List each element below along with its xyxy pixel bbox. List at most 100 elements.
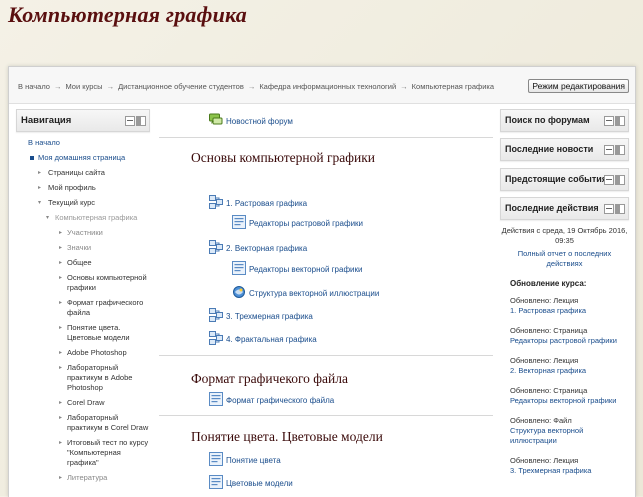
breadcrumb-separator: →	[400, 82, 408, 91]
nav-item-general[interactable]: ▸ Общее	[16, 258, 150, 268]
chevron-right-icon: ▸	[59, 325, 63, 331]
top-bar: В начало → Мои курсы → Дистанционное обучени…	[9, 67, 635, 104]
collapse-icon[interactable]	[125, 116, 135, 126]
update-link[interactable]: 1. Растровая графика	[510, 306, 629, 316]
update-link[interactable]: Редакторы растровой графики	[510, 336, 629, 346]
collapse-icon[interactable]	[604, 116, 614, 126]
chevron-right-icon: ▸	[59, 275, 63, 281]
block-header[interactable]: Последние действия	[500, 197, 629, 220]
chevron-right-icon: ▸	[59, 440, 63, 446]
update-item: Обновлено: Страница Редакторы векторной …	[510, 386, 629, 406]
section-title: Формат графичекого файла	[191, 371, 349, 386]
page-icon	[209, 452, 223, 466]
chevron-right-icon: ▸	[59, 245, 63, 251]
update-link[interactable]: 3. Трехмерная графика	[510, 466, 629, 476]
page-title: Компьютерная графика	[8, 2, 248, 27]
update-link[interactable]: 2. Векторная графика	[510, 366, 629, 376]
update-item: Обновлено: Файл Структура векторной иллю…	[510, 416, 629, 446]
chevron-right-icon: ▸	[59, 365, 63, 371]
nav-item-final-test[interactable]: ▸ Итоговый тест по курсу "Компьютерная гр…	[16, 438, 150, 468]
activity-label: 3. Трехмерная графика	[226, 312, 313, 321]
update-item: Обновлено: Лекция 3. Трехмерная графика	[510, 456, 629, 476]
update-item: Обновлено: Страница Редакторы растровой …	[510, 326, 629, 346]
breadcrumb-current-course: Компьютерная графика	[411, 82, 495, 91]
moodle-window: В начало → Мои курсы → Дистанционное обучени…	[8, 66, 636, 497]
nav-item-participants[interactable]: ▸ Участники	[16, 228, 150, 238]
activity-label: Формат графического файла	[226, 396, 335, 405]
update-item: Обновлено: Лекция 2. Векторная графика	[510, 356, 629, 376]
block-title: Последние действия	[505, 203, 599, 213]
chevron-right-icon: ▸	[59, 475, 63, 481]
chevron-right-icon: ▸	[38, 185, 42, 191]
collapse-icon[interactable]	[604, 204, 614, 214]
breadcrumb-my-courses[interactable]: Мои курсы	[65, 82, 102, 91]
update-link[interactable]: Редакторы векторной графики	[510, 396, 629, 406]
collapse-icon[interactable]	[604, 145, 614, 155]
chevron-right-icon: ▸	[38, 170, 42, 176]
section-title: Основы компьютерной графики	[191, 150, 375, 165]
chevron-right-icon: ▸	[59, 230, 63, 236]
lesson-icon	[209, 331, 223, 345]
nav-item-literature[interactable]: ▸ Литература	[16, 473, 150, 483]
nav-item-badges[interactable]: ▸ Значки	[16, 243, 150, 253]
nav-item-photoshop[interactable]: ▸ Adobe Photoshop	[16, 348, 150, 358]
page-icon	[209, 392, 223, 406]
page-icon	[232, 261, 246, 275]
nav-item-section-format[interactable]: ▸ Формат графического файла	[16, 298, 150, 318]
breadcrumb-separator: →	[53, 82, 62, 91]
nav-item-current-course[interactable]: ▾ Текущий курс	[16, 198, 150, 208]
block-header[interactable]: Предстоящие события	[500, 168, 629, 191]
dock-icon[interactable]	[615, 204, 625, 214]
activity-label: Редакторы растровой графики	[249, 219, 364, 228]
navigation-tree: В начало Моя домашняя страница ▸ Страницы…	[16, 132, 150, 483]
update-type: Обновлено: Страница	[510, 386, 588, 395]
breadcrumb-separator: →	[106, 82, 115, 91]
chevron-right-icon: ▸	[59, 415, 63, 421]
update-type: Обновлено: Лекция	[510, 456, 579, 465]
block-upcoming-events: Предстоящие события	[500, 168, 629, 191]
dock-icon[interactable]	[615, 175, 625, 185]
update-item: Обновлено: Лекция 1. Растровая графика	[510, 296, 629, 316]
breadcrumb-home[interactable]: В начало	[18, 82, 50, 91]
edit-mode-button[interactable]: Режим редактирования	[528, 79, 629, 93]
course-content: Новостной форум Основы компьютерной граф…	[159, 109, 493, 497]
block-header[interactable]: Последние новости	[500, 138, 629, 161]
collapse-icon[interactable]	[604, 175, 614, 185]
update-type: Обновлено: Файл	[510, 416, 572, 425]
update-link[interactable]: Структура векторной иллюстрации	[510, 426, 629, 446]
lesson-icon	[209, 240, 223, 254]
nav-item-section-basics[interactable]: ▸ Основы компьютерной графики	[16, 273, 150, 293]
dock-icon[interactable]	[615, 116, 625, 126]
block-header[interactable]: Поиск по форумам	[500, 109, 629, 132]
dock-icon[interactable]	[615, 145, 625, 155]
nav-item-my-home[interactable]: Моя домашняя страница	[16, 153, 150, 163]
nav-item-site-pages[interactable]: ▸ Страницы сайта	[16, 168, 150, 178]
update-type: Обновлено: Лекция	[510, 296, 579, 305]
block-title: Последние новости	[505, 144, 594, 154]
nav-item-my-profile[interactable]: ▸ Мой профиль	[16, 183, 150, 193]
nav-item-course[interactable]: ▾ Компьютерная графика	[16, 213, 150, 223]
nav-item-section-color[interactable]: ▸ Понятие цвета. Цветовые модели	[16, 323, 150, 343]
updates-heading: Обновление курса:	[510, 279, 587, 288]
nav-item-photoshop-lab[interactable]: ▸ Лабораторный практикум в Adobe Photosho…	[16, 363, 150, 393]
activity-label: Редакторы векторной графики	[249, 265, 363, 274]
activity-label: Структура векторной иллюстрации	[249, 289, 380, 298]
breadcrumb-department[interactable]: Кафедра информационных технологий	[259, 82, 396, 91]
file-icon	[233, 286, 245, 298]
nav-item-coreldraw[interactable]: ▸ Corel Draw	[16, 398, 150, 408]
block-latest-news: Последние новости	[500, 138, 629, 161]
block-title: Поиск по форумам	[505, 115, 590, 125]
nav-item-home[interactable]: В начало	[16, 138, 150, 148]
lesson-icon	[209, 308, 223, 322]
right-sidebar: Поиск по форумам Последние новости Предс…	[500, 109, 629, 497]
full-report-link[interactable]: Полный отчет о последних действиях	[500, 249, 629, 269]
nav-item-coreldraw-lab[interactable]: ▸ Лабораторный практикум в Corel Draw	[16, 413, 150, 433]
activity-label: Цветовые модели	[226, 479, 293, 488]
chevron-right-icon: ▸	[59, 260, 63, 266]
activity-label: 2. Векторная графика	[226, 244, 308, 253]
section-divider	[159, 137, 493, 138]
chevron-right-icon: ▸	[59, 350, 63, 356]
breadcrumb-distance-learning[interactable]: Дистанционное обучение студентов	[118, 82, 244, 91]
dock-icon[interactable]	[136, 116, 146, 126]
recent-activity-content: Действия с среда, 19 Октябрь 2016, 09:35…	[500, 226, 629, 486]
